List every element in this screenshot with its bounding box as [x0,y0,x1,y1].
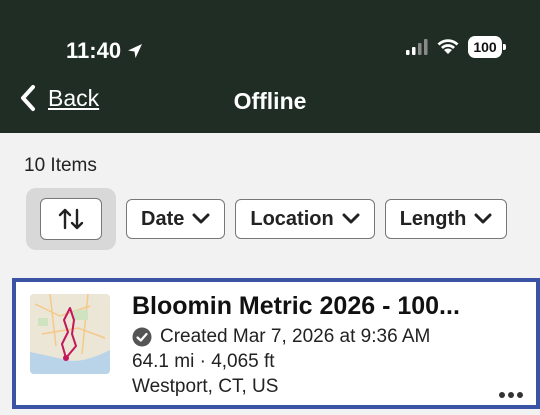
chevron-down-icon [474,213,492,224]
location-arrow-icon [128,44,143,58]
signal-icon [406,39,428,55]
length-filter-label: Length [399,207,467,230]
route-location: Westport, CT, US [132,376,279,397]
chevron-down-icon [192,213,210,224]
status-indicators: 100 [406,36,506,58]
check-circle-icon [132,327,152,347]
wifi-icon [437,39,459,54]
route-distance-elevation: 64.1 mi · 4,065 ft [132,351,275,372]
date-filter-label: Date [141,207,185,230]
battery-indicator: 100 [468,36,506,58]
sort-arrows-icon [58,208,84,230]
sort-button[interactable] [40,198,102,240]
status-time: 11:40 [66,38,144,64]
length-filter-dropdown[interactable]: Length [384,199,508,239]
sort-button-highlight [26,188,116,250]
route-map-thumbnail [30,294,110,374]
page-title: Offline [233,88,307,114]
item-count: 10 Items [24,155,97,176]
map-thumbnail-graphic [30,294,110,374]
route-title: Bloomin Metric 2026 - 100... [132,292,460,320]
route-list-item[interactable]: Bloomin Metric 2026 - 100... Created Mar… [12,278,540,409]
more-options-button[interactable] [498,386,524,404]
route-created-row: Created Mar 7, 2026 at 9:36 AM [132,326,430,348]
chevron-down-icon [342,213,360,224]
filter-bar: Date Location Length [26,188,508,250]
clock-text: 11:40 [66,38,122,63]
more-icon [499,392,523,398]
app-header: 11:40 100 Back Offline [0,0,540,133]
route-created-date: Created Mar 7, 2026 at 9:36 AM [160,326,431,347]
location-filter-label: Location [250,207,334,230]
date-filter-dropdown[interactable]: Date [126,199,226,239]
location-filter-dropdown[interactable]: Location [235,199,375,239]
